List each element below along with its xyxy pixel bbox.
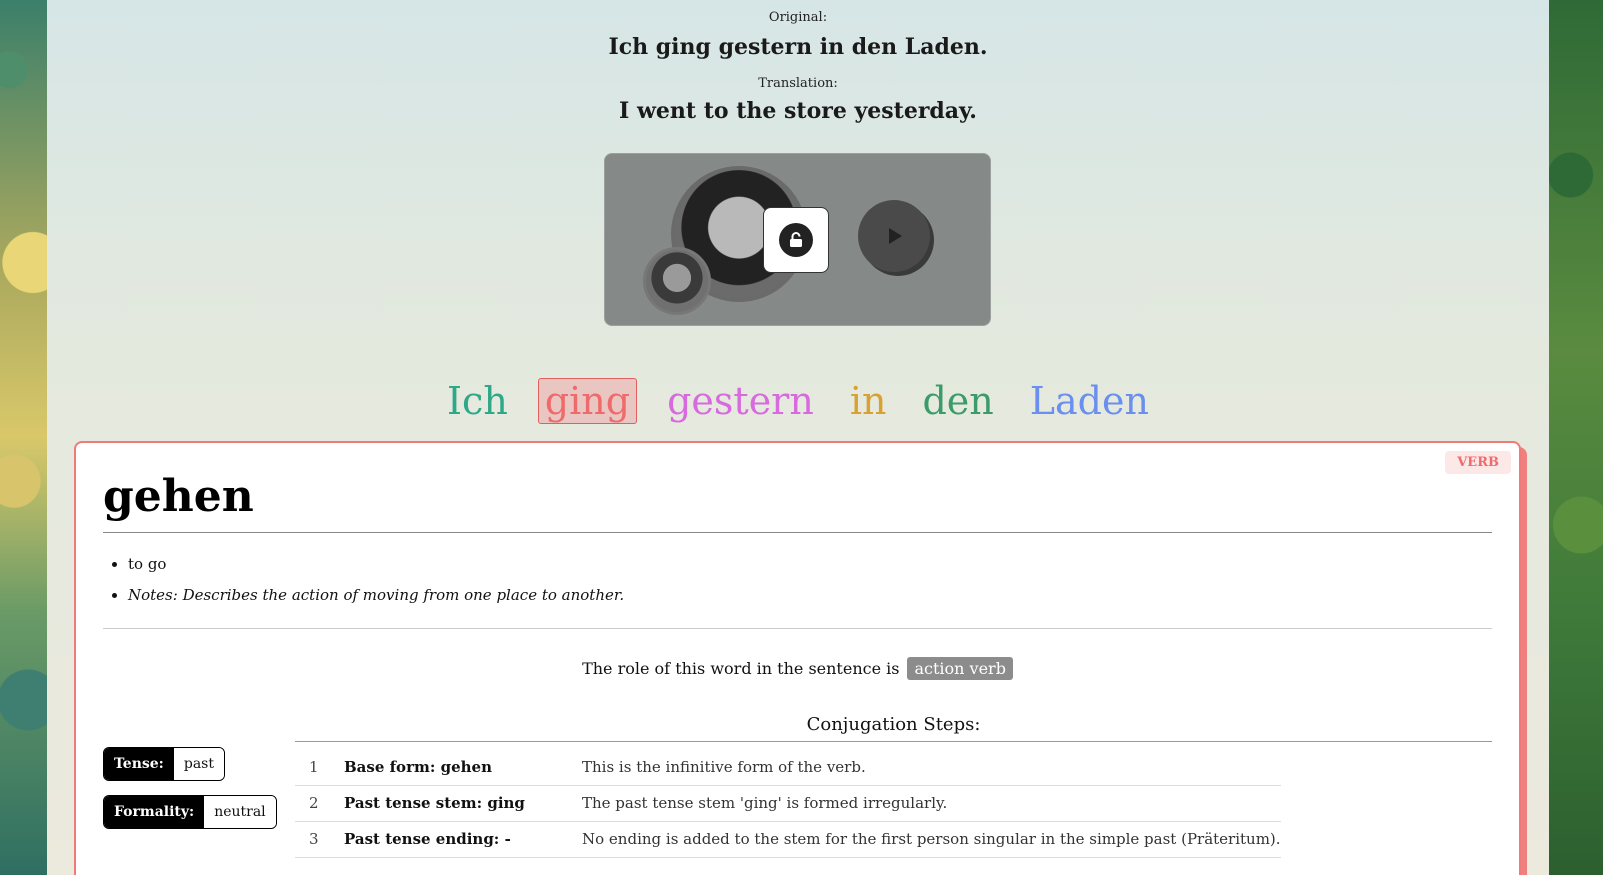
step-number: 3 [295,821,344,858]
step-label: Past tense stem: ging [344,785,582,822]
listener-avatar [643,247,711,315]
divider [295,741,1492,742]
divider [103,532,1492,533]
translation-label: Translation: [758,76,838,91]
audio-player [604,153,991,326]
table-row: 2 Past tense stem: ging The past tense s… [295,785,1281,822]
unlock-button[interactable] [763,207,829,273]
step-label: Past tense ending: - [344,821,582,858]
word-ich[interactable]: Ich [441,379,514,423]
word-detail-card: VERB gehen to go Notes: Describes the ac… [74,441,1521,875]
formality-tag: Formality: neutral [103,795,277,829]
original-label: Original: [768,10,828,25]
part-of-speech-badge: VERB [1445,451,1511,474]
play-icon [889,228,902,244]
conjugation-table: 1 Base form: gehen This is the infinitiv… [295,749,1281,858]
lemma-title: gehen [103,471,254,522]
formality-key: Formality: [104,796,205,828]
tense-value: past [173,748,224,780]
word-laden[interactable]: Laden [1024,379,1155,423]
main-panel: Original: Ich ging gestern in den Laden.… [47,0,1549,875]
original-sentence: Ich ging gestern in den Laden. [608,34,988,60]
word-selector: Ich ging gestern in den Laden [47,378,1549,424]
word-gestern[interactable]: gestern [661,379,820,423]
role-text: The role of this word in the sentence is [582,659,900,678]
role-line: The role of this word in the sentence is… [76,657,1519,680]
notes-item: Notes: Describes the action of moving fr… [128,580,624,611]
play-button[interactable] [858,200,930,272]
definition-list: to go Notes: Describes the action of mov… [128,549,624,611]
word-den[interactable]: den [916,379,999,423]
word-in[interactable]: in [844,379,893,423]
step-number: 1 [295,749,344,786]
tense-key: Tense: [104,748,174,780]
tense-tag: Tense: past [103,747,225,781]
step-description: No ending is added to the stem for the f… [582,821,1281,858]
divider [103,628,1492,629]
table-row: 1 Base form: gehen This is the infinitiv… [295,749,1281,786]
conjugation-title: Conjugation Steps: [806,714,981,735]
word-ging[interactable]: ging [537,378,638,424]
step-description: The past tense stem 'ging' is formed irr… [582,785,1281,822]
translation-sentence: I went to the store yesterday. [619,98,977,124]
step-description: This is the infinitive form of the verb. [582,749,1281,786]
background-right [1549,0,1603,875]
formality-value: neutral [204,796,276,828]
definition-item: to go [128,549,624,580]
unlock-icon [779,223,813,257]
role-chip: action verb [907,657,1013,680]
table-row: 3 Past tense ending: - No ending is adde… [295,821,1281,858]
step-label: Base form: gehen [344,749,582,786]
background-left [0,0,47,875]
step-number: 2 [295,785,344,822]
